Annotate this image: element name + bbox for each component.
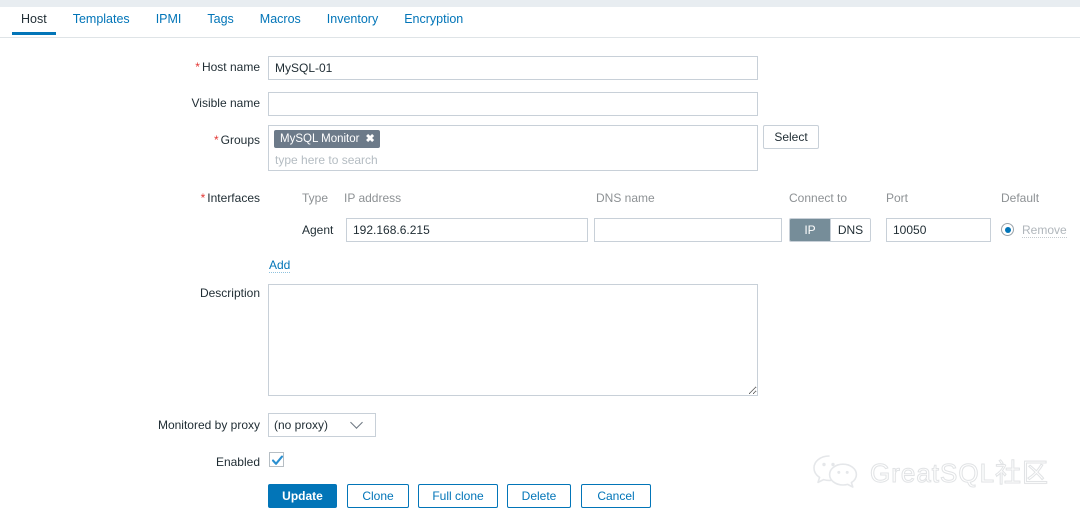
required-marker: * <box>195 60 200 74</box>
interfaces-header-type: Type <box>302 191 329 205</box>
host-name-label: * Host name <box>195 60 260 74</box>
interfaces-header-port: Port <box>886 191 909 205</box>
interface-ip-input[interactable] <box>346 218 588 242</box>
tab-encryption[interactable]: Encryption <box>391 7 476 35</box>
tab-inventory[interactable]: Inventory <box>314 7 391 35</box>
interfaces-header-dns: DNS name <box>596 191 655 205</box>
check-icon <box>271 455 284 465</box>
chip-remove-icon[interactable]: ✖ <box>365 133 374 145</box>
description-textarea[interactable] <box>268 284 758 396</box>
groups-multiselect[interactable]: MySQL Monitor ✖ <box>268 125 758 171</box>
host-name-input[interactable] <box>268 56 758 80</box>
tab-tags[interactable]: Tags <box>194 7 246 35</box>
full-clone-button[interactable]: Full clone <box>418 484 498 508</box>
monitored-by-proxy-select[interactable]: (no proxy) <box>268 413 376 437</box>
interface-row-type: Agent <box>302 223 334 237</box>
monitored-by-proxy-label: Monitored by proxy <box>157 418 260 432</box>
enabled-checkbox[interactable] <box>269 452 284 467</box>
tab-host[interactable]: Host <box>8 7 60 35</box>
wechat-logo-icon <box>813 455 858 488</box>
required-marker: * <box>213 133 219 147</box>
interface-dns-input[interactable] <box>594 218 782 242</box>
interfaces-header-default: Default <box>1001 191 1040 205</box>
visible-name-label: Visible name <box>191 96 260 110</box>
interface-connect-to-toggle[interactable]: IP DNS <box>789 218 871 242</box>
watermark: GreatSQL社区 <box>812 450 1074 492</box>
tab-bar: Host Templates IPMI Tags Macros Inventor… <box>0 7 1080 38</box>
groups-search-input[interactable] <box>274 153 752 167</box>
group-chip: MySQL Monitor ✖ <box>274 130 380 148</box>
required-marker: * <box>200 191 206 205</box>
top-band <box>0 0 1080 7</box>
cancel-button[interactable]: Cancel <box>581 484 651 508</box>
update-button[interactable]: Update <box>268 484 337 508</box>
description-label: Description <box>199 286 260 300</box>
interface-remove-link[interactable]: Remove <box>1022 223 1067 238</box>
interfaces-label: * Interfaces <box>200 191 260 205</box>
visible-name-input[interactable] <box>268 92 758 116</box>
tab-ipmi[interactable]: IPMI <box>143 7 195 35</box>
connect-to-option-dns[interactable]: DNS <box>830 219 870 241</box>
delete-button[interactable]: Delete <box>507 484 571 508</box>
groups-label: * Groups <box>213 133 260 147</box>
tab-templates[interactable]: Templates <box>60 7 143 35</box>
clone-button[interactable]: Clone <box>347 484 409 508</box>
interface-port-input[interactable] <box>886 218 991 242</box>
enabled-label: Enabled <box>215 455 260 469</box>
add-interface-link[interactable]: Add <box>269 258 291 273</box>
connect-to-option-ip[interactable]: IP <box>790 219 830 241</box>
groups-select-button[interactable]: Select <box>763 125 819 149</box>
tab-macros[interactable]: Macros <box>247 7 314 35</box>
interface-default-radio[interactable] <box>1001 223 1014 236</box>
watermark-text: GreatSQL社区 <box>869 457 1050 488</box>
interfaces-header-connect-to: Connect to <box>789 191 848 205</box>
group-chip-label: MySQL Monitor <box>280 133 360 145</box>
interfaces-header-ip: IP address <box>344 191 402 205</box>
